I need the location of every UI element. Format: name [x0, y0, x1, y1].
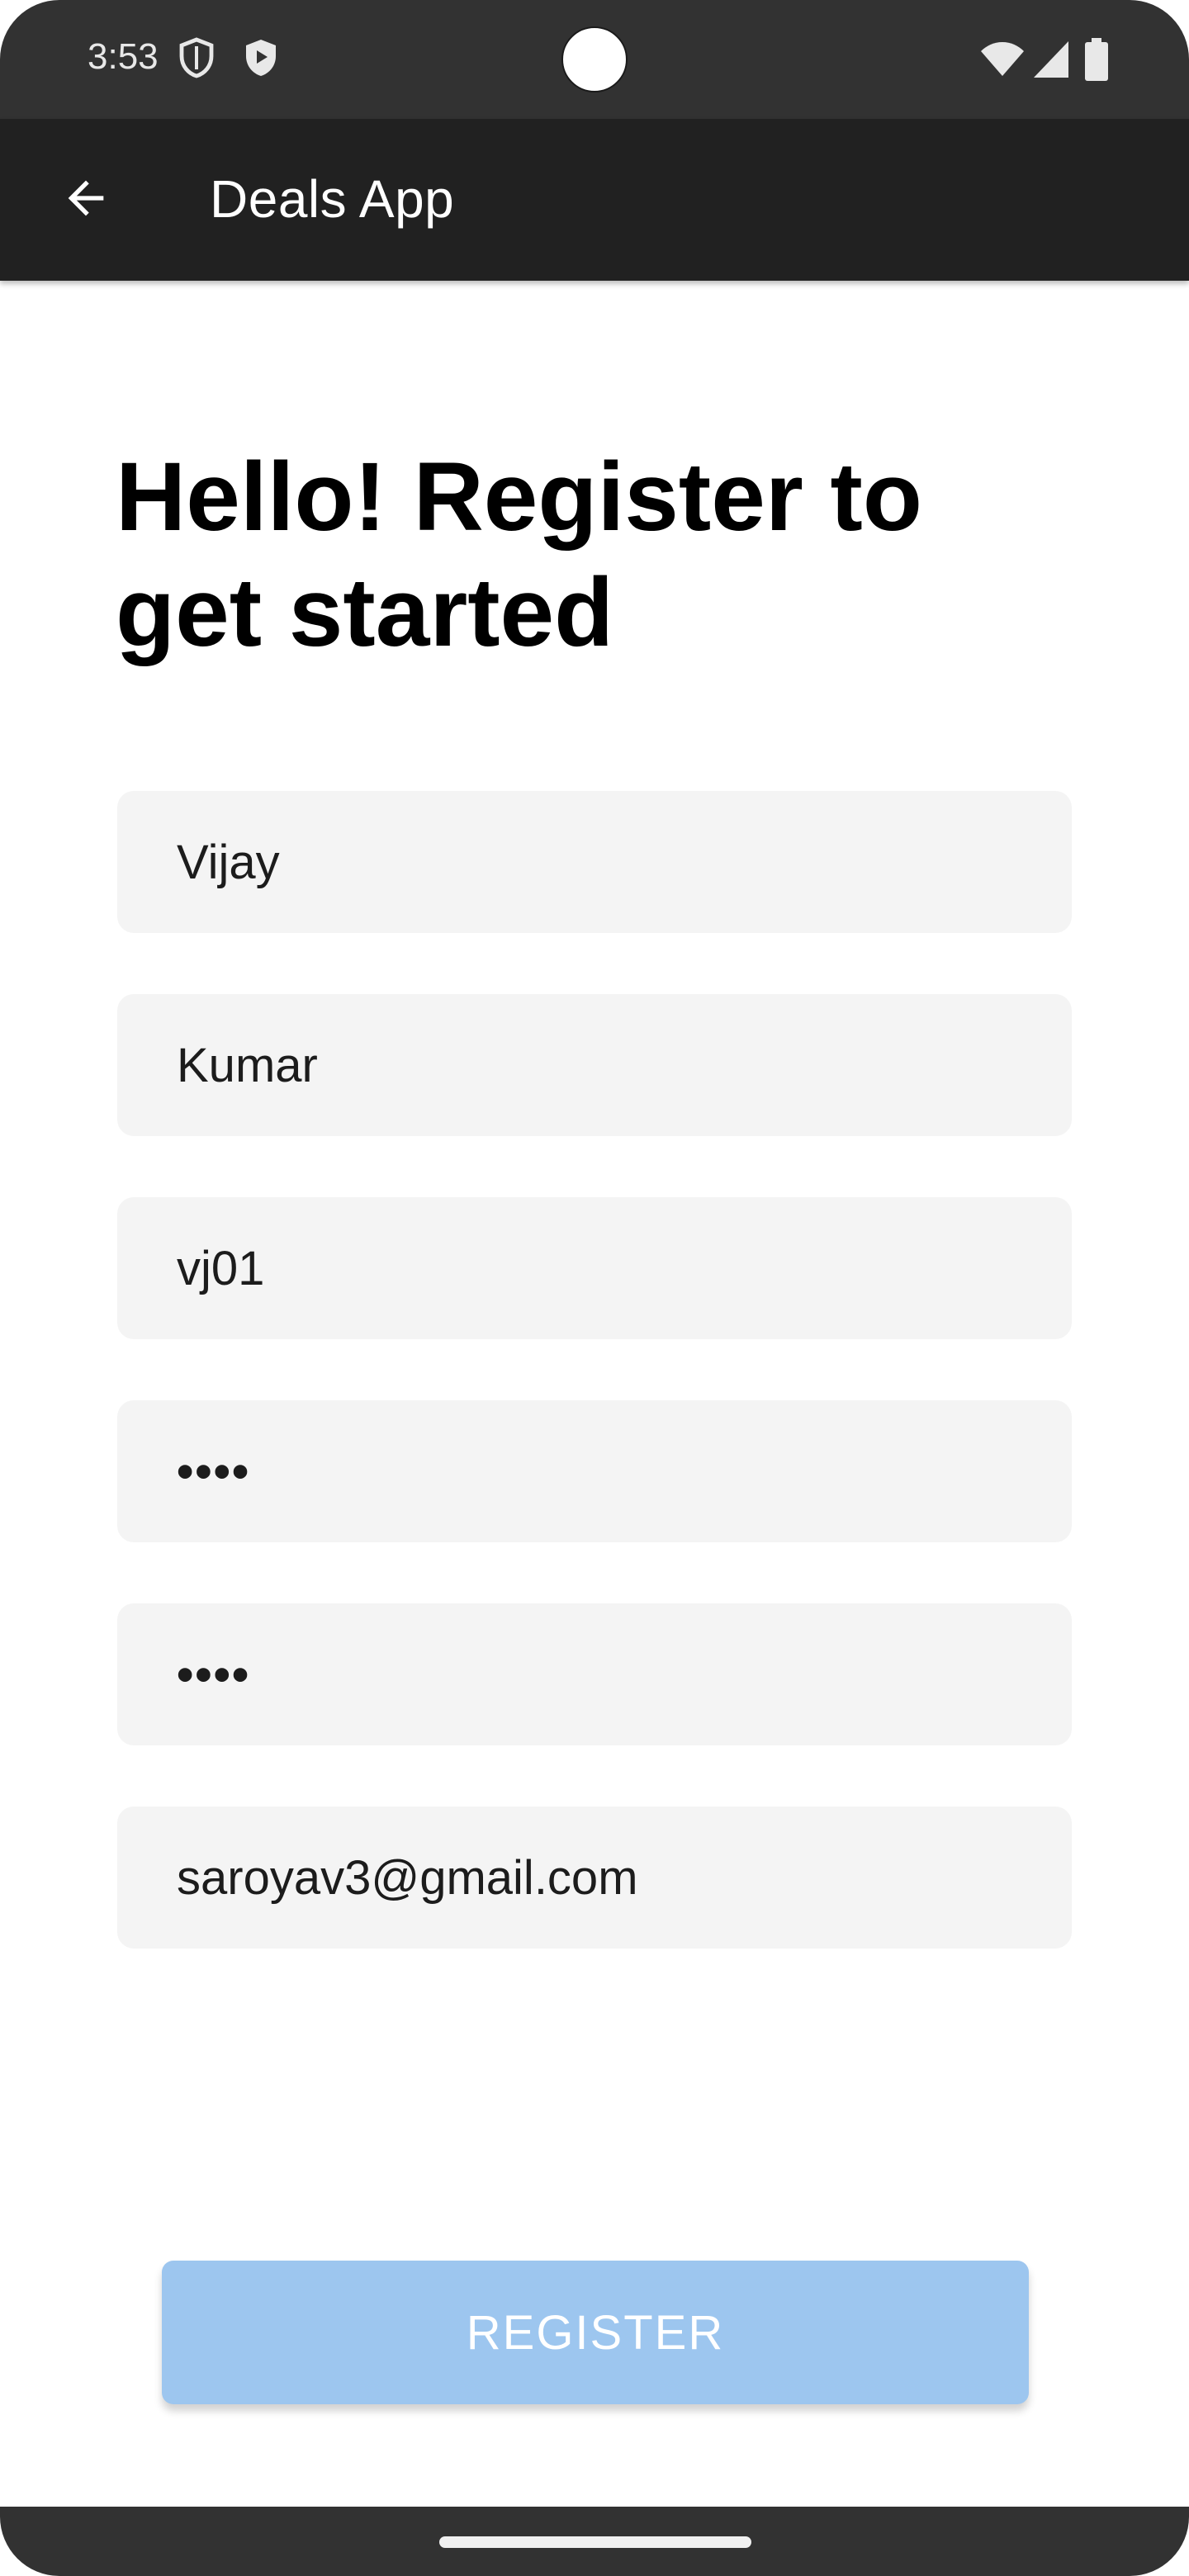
status-time: 3:53: [88, 36, 159, 77]
battery-icon: [1085, 38, 1108, 81]
status-bar: 3:53: [0, 0, 1189, 119]
last-name-field[interactable]: Kumar: [117, 994, 1072, 1136]
navigation-bar: [0, 2507, 1189, 2576]
front-camera: [561, 26, 628, 92]
wifi-icon: [979, 40, 1026, 79]
first-name-field[interactable]: Vijay: [117, 791, 1072, 933]
confirm-password-field[interactable]: ••••: [117, 1603, 1072, 1745]
app-bar: Deals App: [0, 119, 1189, 281]
signal-icon: [1032, 40, 1070, 79]
register-button[interactable]: REGISTER: [162, 2261, 1029, 2404]
home-gesture-handle[interactable]: [439, 2536, 751, 2548]
page-title: Hello! Register to get started: [116, 443, 922, 667]
password-field[interactable]: ••••: [117, 1400, 1072, 1542]
arrow-left-icon: [59, 172, 112, 229]
app-title: Deals App: [210, 169, 455, 229]
play-shield-icon: [241, 36, 281, 79]
username-field[interactable]: vj01: [117, 1197, 1072, 1339]
back-button[interactable]: [46, 160, 126, 239]
email-field[interactable]: saroyav3@gmail.com: [117, 1807, 1072, 1949]
shield-outline-icon: [177, 36, 216, 79]
